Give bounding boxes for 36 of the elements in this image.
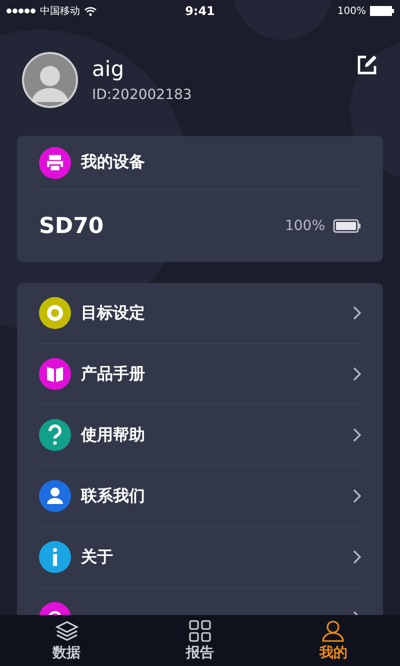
chevron-icon [353,428,361,442]
tab[interactable]: 数据 [0,615,134,666]
tab[interactable]: 报告 [133,615,267,666]
person-icon [321,620,346,642]
carrier-name: 中国移动 [40,4,80,18]
chevron-icon [353,550,361,564]
user-name: aig [92,57,126,81]
battery-percent: 100% [337,6,366,16]
printer-icon [39,146,71,178]
status-time: 9:41 [185,4,215,18]
grid-icon [188,620,212,642]
user-id: ID:202002183 [92,87,193,103]
chevron-icon [353,489,361,503]
menu-item[interactable]: 关于 [39,527,361,588]
menu-item[interactable]: 产品手册 [39,344,361,405]
layers-icon [54,620,79,642]
person-icon [39,480,71,512]
chevron-icon [353,306,361,320]
signal-icon [6,8,36,14]
tab[interactable]: 我的 [266,615,400,666]
avatar[interactable] [22,52,78,108]
wifi-icon [84,6,97,16]
chevron-icon [353,367,361,381]
device-battery-percent: 100% [284,218,325,234]
device-model: SD70 [39,214,104,238]
menu-item[interactable]: 目标设定 [39,283,361,344]
book-icon [39,358,71,390]
menu-item[interactable]: 联系我们 [39,466,361,527]
edit-icon[interactable] [356,54,378,76]
battery-icon [370,6,394,16]
battery-icon [333,219,361,233]
target-icon [39,297,71,329]
info-icon [39,541,71,573]
menu-item[interactable]: 使用帮助 [39,405,361,466]
question-icon [39,419,71,451]
device-title: 我的设备 [81,152,145,173]
